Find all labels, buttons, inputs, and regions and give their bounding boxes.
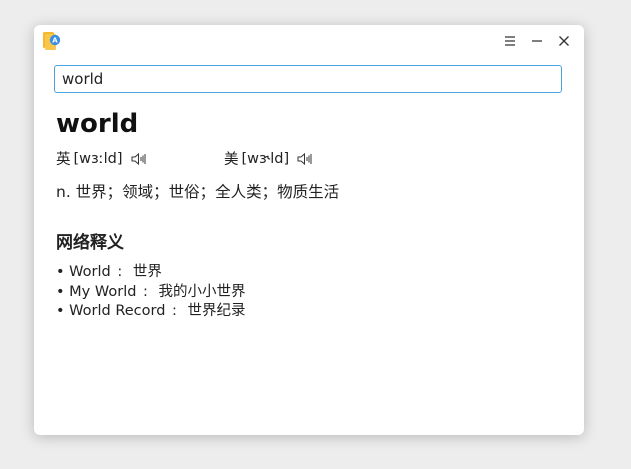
separator: :: [172, 303, 177, 319]
web-meaning: 世界纪录: [187, 303, 246, 319]
svg-text:A: A: [52, 37, 58, 45]
close-button[interactable]: [554, 31, 574, 51]
minimize-icon: [532, 40, 542, 42]
pronounce-uk-button[interactable]: [131, 152, 147, 166]
headword: world: [56, 109, 139, 139]
menu-icon: [505, 36, 515, 46]
bullet: •: [56, 264, 65, 280]
phonetic-uk-region: 英: [56, 152, 71, 168]
phonetic-us-region: 美: [224, 152, 239, 168]
web-meaning: 我的小小世界: [158, 283, 246, 300]
speaker-icon: [131, 152, 146, 165]
phonetic-uk-ipa: [wɜːld]: [73, 150, 123, 167]
menu-button[interactable]: [500, 31, 520, 51]
phonetic-us: 美 [wɝld]: [224, 148, 313, 169]
web-meaning: 世界: [132, 264, 162, 280]
title-bar: A: [34, 25, 584, 55]
web-definitions-title: 网络释义: [56, 233, 124, 253]
web-definitions-list: • World : 世界 • My World : 我的小小世界 • World…: [56, 263, 246, 322]
web-term: World: [69, 264, 111, 280]
web-term: My World: [69, 283, 137, 300]
phonetic-us-ipa: [wɝld]: [241, 150, 290, 167]
minimize-button[interactable]: [527, 31, 547, 51]
separator: :: [143, 283, 148, 300]
close-icon: [559, 36, 569, 46]
search-input[interactable]: [54, 65, 562, 93]
phonetic-uk: 英 [wɜːld]: [56, 148, 147, 169]
bullet: •: [56, 303, 65, 319]
bullet: •: [56, 283, 65, 300]
separator: :: [117, 264, 123, 280]
speaker-icon: [297, 152, 312, 165]
dictionary-app-icon: A: [42, 31, 62, 51]
dictionary-window: A world 英 [wɜːld]: [34, 25, 584, 435]
list-item: • World Record : 世界纪录: [56, 302, 246, 322]
list-item: • World : 世界: [56, 263, 246, 283]
list-item: • My World : 我的小小世界: [56, 283, 246, 303]
pronounce-us-button[interactable]: [297, 152, 313, 166]
web-term: World Record: [69, 303, 166, 319]
basic-definition: n. 世界；领域；世俗；全人类；物质生活: [56, 183, 340, 201]
